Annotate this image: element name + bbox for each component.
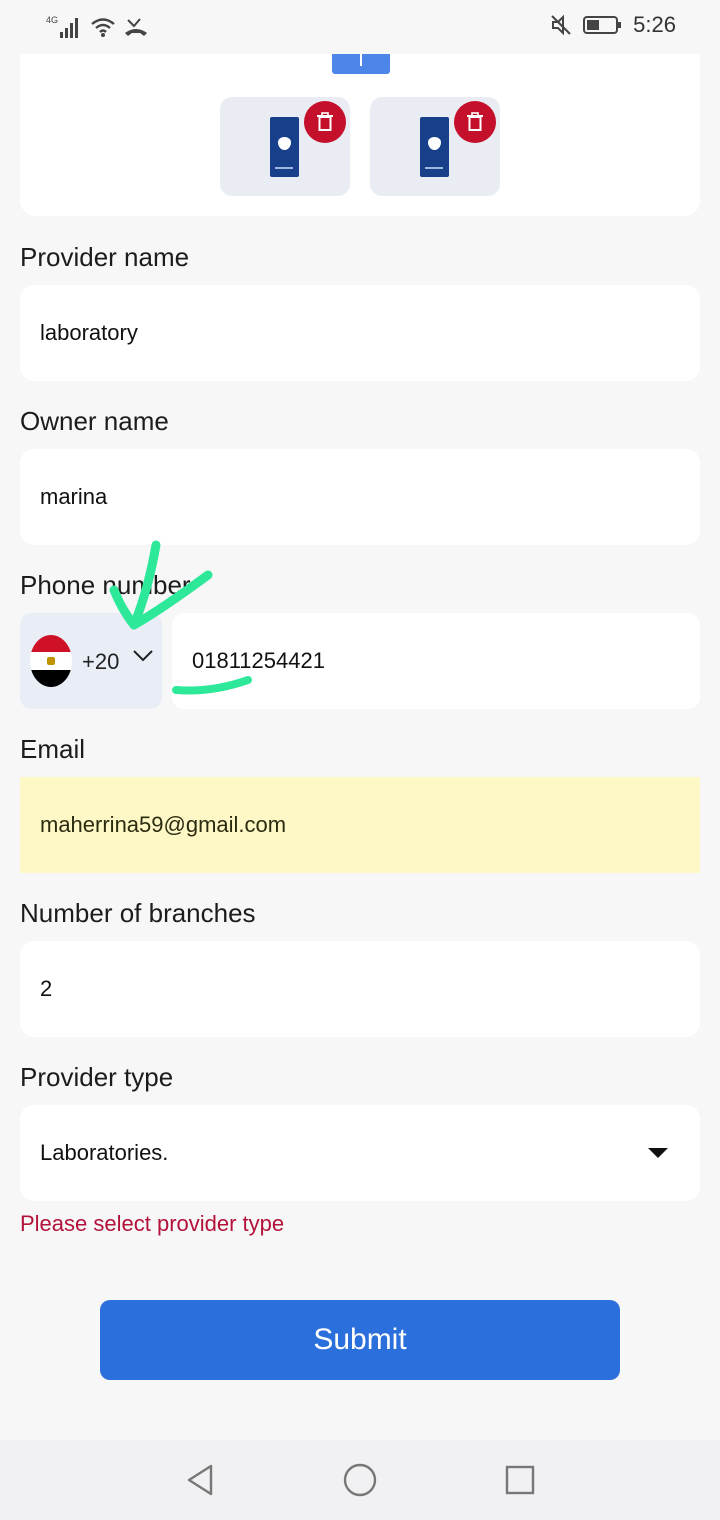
email-field[interactable]: maherrina59@gmail.com [20, 777, 700, 873]
battery-icon [583, 16, 622, 34]
branches-field[interactable]: 2 [20, 941, 700, 1037]
status-bar: 4G 5:26 [0, 0, 720, 54]
back-button[interactable] [180, 1460, 220, 1500]
provider-name-field[interactable]: laboratory [20, 285, 700, 381]
signal-icon: 4G [46, 15, 78, 38]
wifi-icon [91, 18, 115, 37]
delete-thumbnail-1-button[interactable] [304, 101, 346, 143]
dropdown-arrow-icon [648, 1148, 668, 1158]
navigation-bar [0, 1440, 720, 1520]
svg-text:4G: 4G [46, 15, 58, 25]
thumbnail-image [420, 117, 449, 177]
phone-number-field[interactable]: 01811254421 [172, 613, 700, 709]
status-left: 4G [46, 14, 148, 40]
home-icon [343, 1463, 377, 1497]
email-label: Email [20, 734, 86, 764]
branches-label: Number of branches [20, 898, 256, 928]
chevron-down-icon [133, 650, 153, 662]
phone-number-label: Phone number [20, 570, 191, 600]
owner-name-label: Owner name [20, 406, 169, 436]
trash-icon [467, 112, 483, 131]
status-time: 5:26 [633, 12, 676, 37]
mute-icon [551, 14, 571, 36]
provider-name-label: Provider name [20, 242, 190, 272]
status-right: 5:26 [549, 12, 676, 38]
egypt-flag-icon [30, 635, 72, 687]
upload-card [20, 54, 700, 216]
trash-icon [317, 112, 333, 131]
upload-button[interactable] [332, 54, 390, 74]
home-button[interactable] [340, 1460, 380, 1500]
provider-type-value: Laboratories. [40, 1140, 169, 1165]
recents-button[interactable] [500, 1460, 540, 1500]
thumbnail-2[interactable] [370, 97, 500, 196]
owner-name-field[interactable]: marina [20, 449, 700, 545]
recents-icon [505, 1465, 535, 1495]
delete-thumbnail-2-button[interactable] [454, 101, 496, 143]
country-code: +20 [82, 649, 120, 674]
provider-type-label: Provider type [20, 1062, 174, 1092]
provider-type-error: Please select provider type [20, 1211, 285, 1236]
thumbnail-image [270, 117, 299, 177]
annotation-overlay [109, 540, 252, 695]
country-code-selector[interactable]: +20 [20, 613, 162, 709]
thumbnail-1[interactable] [220, 97, 350, 196]
submit-button[interactable]: Submit [100, 1300, 620, 1380]
missed-call-icon [125, 18, 147, 36]
provider-type-select[interactable]: Laboratories. [20, 1105, 700, 1201]
back-icon [187, 1464, 213, 1496]
